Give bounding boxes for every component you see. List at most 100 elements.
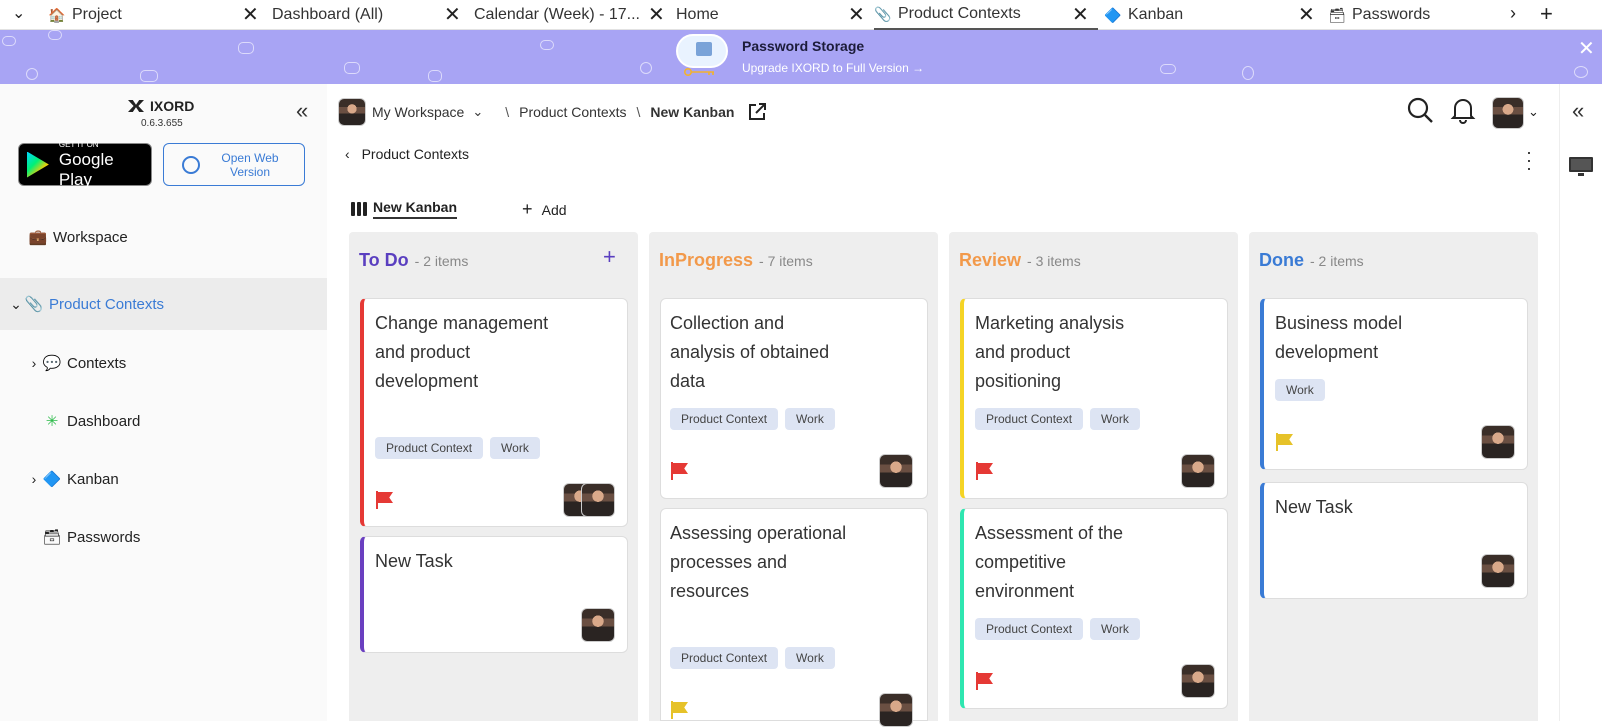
close-tab-icon[interactable]: ✕ [444,4,461,26]
workspace-selector[interactable]: My Workspace [372,104,464,120]
sidebar-item-label: Workspace [53,228,128,246]
tag: Product Context [975,618,1084,640]
sidebar-item-kanban[interactable]: › 🔷 Kanban [0,453,327,505]
task-card[interactable]: Business model development Work [1260,298,1528,470]
upgrade-link[interactable]: Upgrade IXORD to Full Version → [742,61,924,75]
sidebar-item-dashboard[interactable]: ✳ Dashboard [0,395,327,447]
gplay-big-text: Google Play [58,149,114,189]
kanban-column-done: Done - 2 items Business model developmen… [1249,232,1538,721]
paperclip-icon: 📎 [874,5,892,22]
more-options-icon[interactable]: · · · [1526,143,1532,177]
assignee-avatar [1181,664,1215,698]
tag: Work [490,437,540,459]
task-card[interactable]: Change management and product developmen… [360,298,628,527]
tab-label: Project [72,6,122,23]
search-icon[interactable] [1406,96,1434,124]
collapse-right-panel-icon[interactable]: « [1572,98,1584,124]
card-box-icon: 🗃 [42,529,62,546]
column-header: Review - 3 items [959,250,1081,271]
column-title: Done [1259,250,1304,270]
breadcrumb-product-contexts[interactable]: Product Contexts [519,104,626,120]
monitor-icon[interactable] [1568,156,1594,178]
breadcrumb-current: New Kanban [650,104,735,120]
card-title: Marketing analysis and product positioni… [975,313,1125,391]
tab-home[interactable]: Home [676,0,846,30]
tab-project[interactable]: 🏠 Project [48,0,238,30]
task-card[interactable]: Assessment of the competitive environmen… [960,508,1228,709]
sidebar-item-passwords[interactable]: 🗃 Passwords [0,511,327,563]
decor-bubble [238,42,254,54]
assignee-avatar [581,608,615,642]
close-banner-icon[interactable]: ✕ [1578,36,1595,61]
sidebar-item-product-contexts[interactable]: ⌄ 📎 Product Contexts [0,278,327,330]
priority-flag-icon[interactable] [976,672,994,690]
close-tab-icon[interactable]: ✕ [242,4,259,26]
chevron-down-icon[interactable]: ⌄ [1528,104,1539,120]
assignee-avatar [581,483,615,517]
card-title: Business model development [1275,313,1403,362]
tab-label: Passwords [1352,6,1431,23]
task-card[interactable]: New Task [1260,482,1528,599]
tag: Product Context [375,437,484,459]
tag: Work [1275,379,1325,401]
priority-flag-icon[interactable] [671,462,689,480]
add-view-button[interactable]: + Add [522,199,567,220]
priority-flag-icon[interactable] [1276,433,1294,451]
task-card[interactable]: Assessing operational processes and reso… [660,508,928,727]
task-card[interactable]: New Task [360,536,628,653]
task-card[interactable]: Collection and analysis of obtained data… [660,298,928,499]
collapse-sidebar-icon[interactable]: « [296,98,308,124]
open-external-icon[interactable] [748,103,767,121]
chevron-right-icon[interactable]: › [26,355,42,371]
sidebar-item-label: Dashboard [67,412,141,430]
sidebar-item-label: Contexts [67,354,127,372]
sidebar-item-contexts[interactable]: › 💬 Contexts [0,337,327,389]
tab-kanban[interactable]: 🔷 Kanban [1104,0,1294,30]
paperclip-icon: 📎 [24,296,44,313]
new-tab-plus-icon[interactable]: + [1540,1,1553,27]
web-button-label: Open Web Version [221,150,279,179]
decor-bubble [1574,66,1588,78]
chevron-right-icon[interactable]: › [26,471,42,487]
google-play-button[interactable]: GET IT ON Google Play [18,140,152,189]
tab-calendar[interactable]: Calendar (Week) - 17... [474,0,644,30]
column-count: - 2 items [1310,253,1364,269]
close-tab-icon[interactable]: ✕ [1298,4,1315,26]
tag: Work [1090,618,1140,640]
priority-flag-icon[interactable] [671,701,689,719]
app-version: 0.6.3.655 [141,118,183,129]
task-card[interactable]: Marketing analysis and product positioni… [960,298,1228,499]
priority-flag-icon[interactable] [976,462,994,480]
upgrade-banner[interactable]: Password Storage Upgrade IXORD to Full V… [0,30,1602,84]
bell-icon[interactable] [1450,96,1476,124]
tab-list-chevron-icon[interactable]: ⌄ [12,3,25,23]
add-card-icon[interactable]: + [603,244,616,270]
tab-label: Kanban [1128,6,1184,23]
open-web-version-button[interactable]: Open Web Version [163,143,305,186]
close-tab-icon[interactable]: ✕ [648,4,665,26]
user-avatar[interactable] [1492,97,1524,129]
close-tab-icon[interactable]: ✕ [848,4,865,26]
chevron-down-icon[interactable]: ⌄ [8,296,24,313]
ixord-logo-icon [128,100,144,112]
back-link[interactable]: ‹ Product Contexts [345,146,469,162]
back-link-label: Product Contexts [361,146,469,162]
sidebar-item-workspace[interactable]: 💼 Workspace [0,211,327,263]
tab-product-contexts[interactable]: 📎 Product Contexts [874,0,1098,30]
view-tab-new-kanban[interactable]: New Kanban [351,199,458,219]
briefcase-icon: 💼 [28,229,48,246]
tab-passwords[interactable]: 🗃 Passwords [1328,0,1498,30]
priority-flag-icon[interactable] [376,491,394,509]
view-tab-label: New Kanban [373,199,458,219]
diamond-icon: 🔷 [42,471,62,488]
banner-title: Password Storage [742,38,865,54]
decor-bubble [140,70,158,82]
chevron-down-icon[interactable]: ⌄ [472,104,483,120]
column-header: Done - 2 items [1259,250,1364,271]
tag: Product Context [975,408,1084,430]
app-logo: IXORD [128,98,194,114]
close-tab-icon[interactable]: ✕ [1072,4,1089,26]
scroll-tabs-right-icon[interactable]: › [1510,3,1516,24]
card-title: Assessing operational processes and reso… [670,523,847,601]
tab-dashboard[interactable]: Dashboard (All) [272,0,442,30]
